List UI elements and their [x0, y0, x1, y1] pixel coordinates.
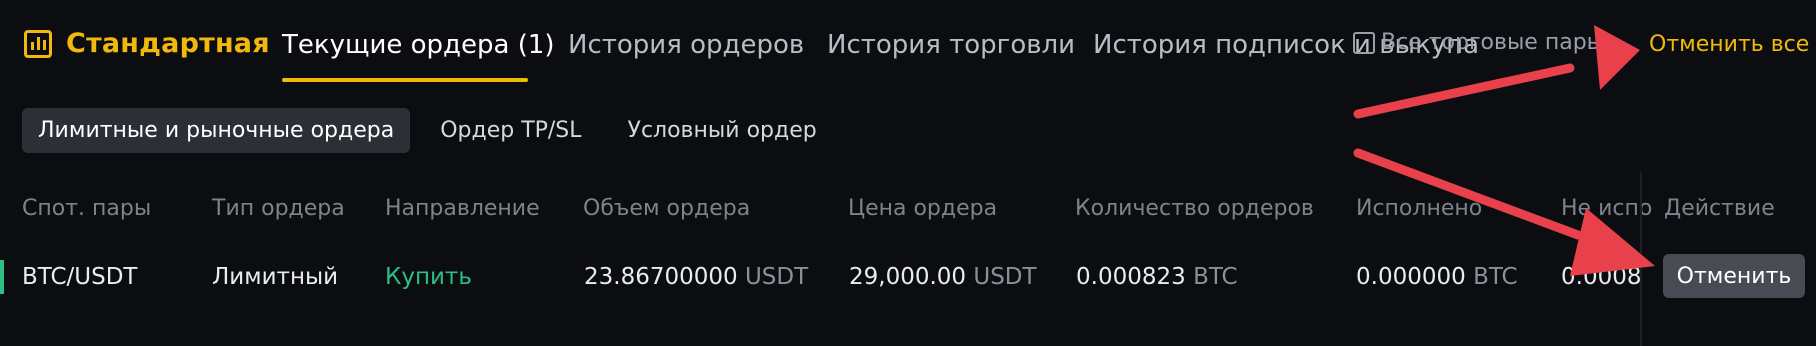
column-header-pair: Спот. пары: [22, 196, 152, 221]
tab-open-orders[interactable]: Текущие ордера (1): [282, 30, 555, 60]
subtab-limit-market[interactable]: Лимитные и рыночные ордера: [22, 108, 411, 153]
cell-side: Купить: [385, 264, 472, 290]
cell-volume: 23.86700000 USDT: [584, 264, 808, 290]
orders-header: Стандартная Текущие ордера (1) История о…: [0, 0, 1816, 88]
tab-trade-history[interactable]: История торговли: [827, 30, 1075, 60]
all-pairs-label: Все торговые пары: [1381, 30, 1605, 55]
volume-unit: USDT: [744, 264, 809, 290]
buy-row-marker: [0, 260, 4, 294]
filled-unit: BTC: [1473, 264, 1518, 290]
all-pairs-filter[interactable]: Все торговые пары: [1353, 30, 1604, 55]
active-tab-indicator: [282, 78, 528, 82]
subtab-tpsl[interactable]: Ордер TP/SL: [424, 108, 597, 153]
cancel-order-button[interactable]: Отменить: [1663, 254, 1805, 298]
quantity-unit: BTC: [1193, 264, 1238, 290]
column-header-price: Цена ордера: [848, 196, 998, 221]
chart-bars-icon: [24, 29, 52, 58]
standard-account-selector[interactable]: Стандартная: [24, 28, 270, 59]
column-header-side: Направление: [385, 196, 540, 221]
column-header-filled: Исполнено: [1356, 196, 1483, 221]
column-header-quantity: Количество ордеров: [1075, 196, 1314, 221]
cell-filled: 0.000000 BTC: [1356, 264, 1518, 290]
price-value: 29,000.00: [849, 264, 967, 290]
volume-value: 23.86700000: [584, 264, 738, 290]
cell-price: 29,000.00 USDT: [849, 264, 1037, 290]
cancel-all-button[interactable]: Отменить все: [1649, 32, 1809, 57]
cell-pair: BTC/USDT: [22, 264, 138, 290]
action-column-divider: [1640, 172, 1642, 346]
column-header-type: Тип ордера: [212, 196, 345, 221]
column-header-action: Действие: [1664, 196, 1775, 221]
cell-quantity: 0.000823 BTC: [1076, 264, 1238, 290]
quantity-value: 0.000823: [1076, 264, 1186, 290]
cell-unfilled: 0.0008: [1561, 264, 1642, 290]
filled-value: 0.000000: [1356, 264, 1466, 290]
brand-label: Стандартная: [66, 28, 270, 59]
column-header-unfilled: Не испо: [1561, 196, 1653, 221]
price-unit: USDT: [973, 264, 1037, 290]
subtab-conditional[interactable]: Условный ордер: [612, 108, 833, 153]
order-type-subtabs: Лимитные и рыночные ордера Ордер TP/SL У…: [22, 108, 847, 153]
column-header-volume: Объем ордера: [583, 196, 751, 221]
checkbox-icon[interactable]: [1353, 31, 1375, 54]
tab-order-history[interactable]: История ордеров: [568, 30, 804, 60]
cell-type: Лимитный: [212, 264, 339, 290]
